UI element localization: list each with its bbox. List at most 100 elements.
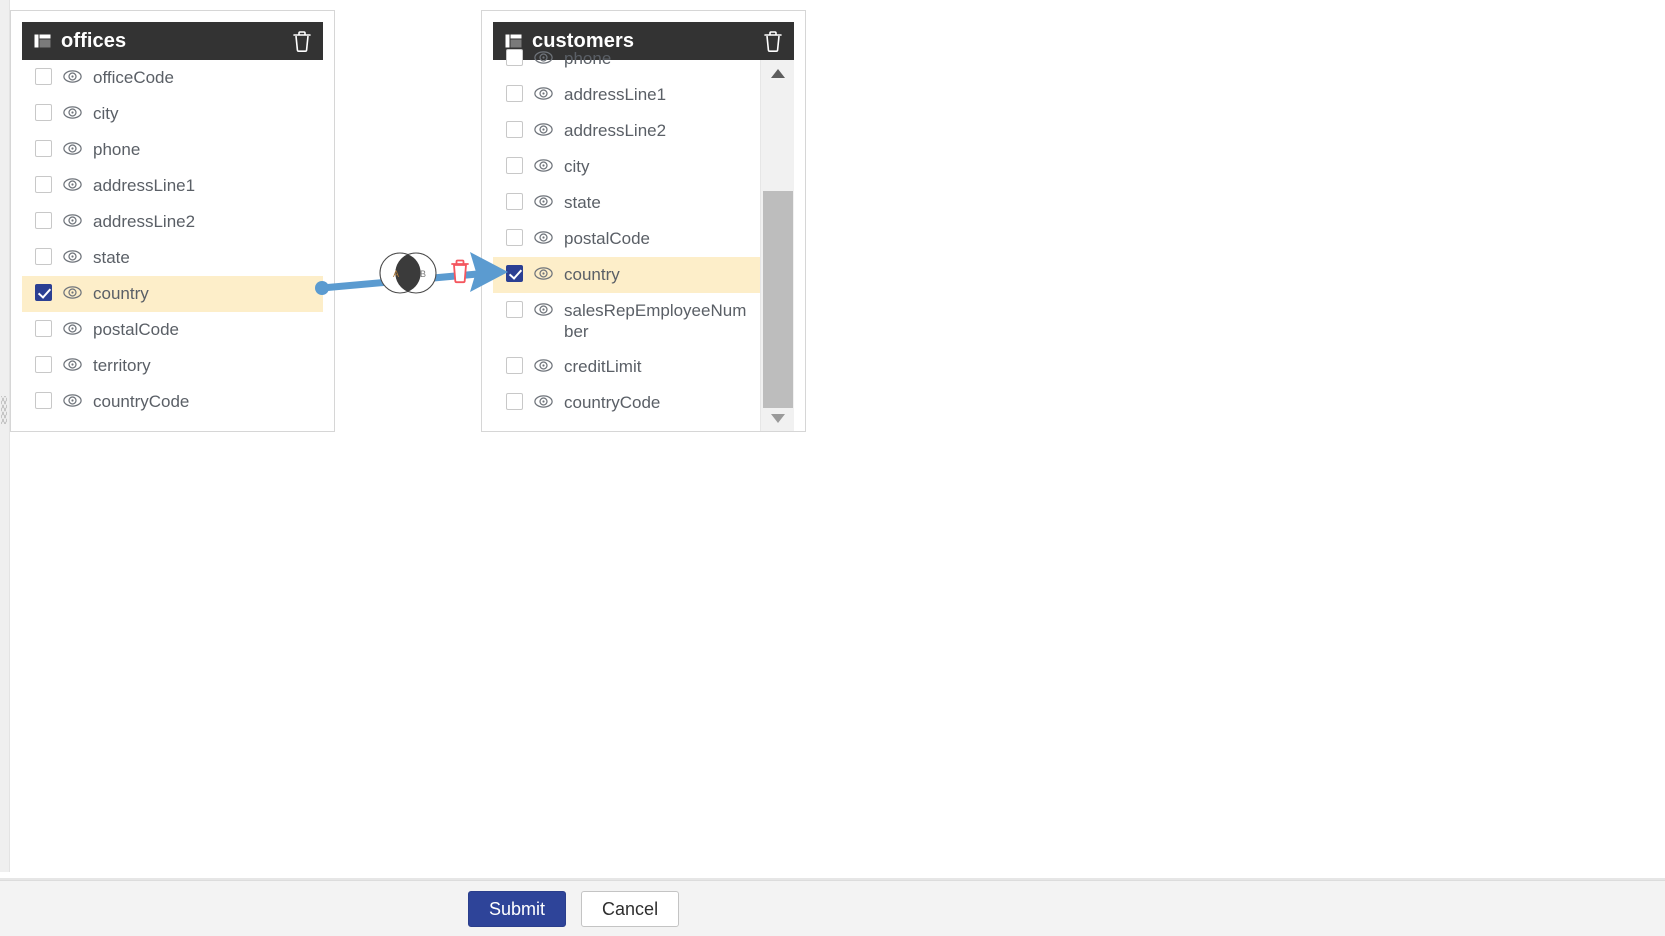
field-checkbox[interactable] <box>506 157 523 174</box>
eye-icon[interactable] <box>534 356 553 375</box>
field-label: country <box>564 265 620 284</box>
scrollbar-thumb[interactable] <box>763 191 793 408</box>
field-checkbox[interactable] <box>35 320 52 337</box>
field-checkbox[interactable] <box>35 356 52 373</box>
field-row[interactable]: state <box>22 240 323 276</box>
field-label: officeCode <box>93 68 174 87</box>
table-panel-offices[interactable]: offices officeCode city phone addressLine1 a… <box>10 10 335 432</box>
field-checkbox[interactable] <box>506 193 523 210</box>
field-row[interactable]: addressLine1 <box>493 77 760 113</box>
field-list-offices[interactable]: officeCode city phone addressLine1 addressLi… <box>22 60 323 420</box>
field-row[interactable]: city <box>22 96 323 132</box>
eye-icon[interactable] <box>534 84 553 103</box>
field-row[interactable]: phone <box>22 132 323 168</box>
eye-icon[interactable] <box>534 300 553 319</box>
field-checkbox[interactable] <box>35 248 52 265</box>
submit-button[interactable]: Submit <box>468 890 567 927</box>
field-checkbox[interactable] <box>35 104 52 121</box>
field-checkbox[interactable] <box>506 265 523 282</box>
field-label: state <box>93 248 130 267</box>
field-label: addressLine2 <box>564 121 667 140</box>
eye-icon[interactable] <box>63 391 82 410</box>
footer-bar: Submit Cancel <box>0 880 1665 936</box>
field-checkbox[interactable] <box>35 140 52 157</box>
eye-icon[interactable] <box>63 103 82 122</box>
join-type-button[interactable]: A B <box>379 252 437 294</box>
eye-icon[interactable] <box>63 319 82 338</box>
field-row[interactable]: salesRepEmployeeNumber <box>493 293 760 349</box>
field-row[interactable]: countryCode <box>493 385 760 414</box>
field-list-customers[interactable]: phone addressLine1 addressLine2 city state po… <box>493 43 760 414</box>
caret-down-icon[interactable] <box>761 405 795 431</box>
cancel-button[interactable]: Cancel <box>581 890 680 927</box>
eye-icon[interactable] <box>63 283 82 302</box>
caret-up-icon[interactable] <box>761 60 795 86</box>
table-panel-title: offices <box>61 29 127 52</box>
panel-resize-handle[interactable] <box>1 396 7 424</box>
table-icon <box>34 34 51 48</box>
svg-text:B: B <box>420 269 426 279</box>
eye-icon[interactable] <box>63 139 82 158</box>
field-checkbox[interactable] <box>506 393 523 410</box>
trash-icon[interactable] <box>762 29 784 53</box>
join-editor-canvas: offices officeCode city phone addressLine1 a… <box>0 0 1665 936</box>
field-row[interactable]: countryCode <box>22 384 323 420</box>
delete-join-button[interactable] <box>449 256 471 286</box>
field-list-scrollbar[interactable] <box>760 60 794 431</box>
delete-join-icon <box>451 259 469 284</box>
eye-icon[interactable] <box>534 264 553 283</box>
field-row[interactable]: postalCode <box>493 221 760 257</box>
field-row[interactable]: country <box>22 276 323 312</box>
field-label: phone <box>564 49 612 68</box>
field-row[interactable]: territory <box>22 348 323 384</box>
field-label: postalCode <box>564 229 651 248</box>
field-checkbox[interactable] <box>506 121 523 138</box>
table-panel-header-offices: offices <box>22 22 323 60</box>
field-row[interactable]: state <box>493 185 760 221</box>
field-row[interactable]: creditLimit <box>493 349 760 385</box>
field-checkbox[interactable] <box>35 284 52 301</box>
field-checkbox[interactable] <box>35 68 52 85</box>
field-label: addressLine2 <box>93 212 196 231</box>
eye-icon[interactable] <box>534 48 553 67</box>
field-row[interactable]: postalCode <box>22 312 323 348</box>
inner-join-venn-icon: A B <box>379 252 437 294</box>
field-label: state <box>564 193 601 212</box>
eye-icon[interactable] <box>534 228 553 247</box>
field-label: addressLine1 <box>93 176 196 195</box>
field-row[interactable]: addressLine1 <box>22 168 323 204</box>
svg-text:A: A <box>393 269 399 279</box>
field-row[interactable]: addressLine2 <box>493 113 760 149</box>
field-label: phone <box>93 140 141 159</box>
eye-icon[interactable] <box>534 192 553 211</box>
field-label: countryCode <box>564 393 661 412</box>
field-label: territory <box>93 356 151 375</box>
field-checkbox[interactable] <box>506 357 523 374</box>
field-row[interactable]: city <box>493 149 760 185</box>
eye-icon[interactable] <box>63 211 82 230</box>
field-checkbox[interactable] <box>506 49 523 66</box>
eye-icon[interactable] <box>63 247 82 266</box>
eye-icon[interactable] <box>63 175 82 194</box>
field-row[interactable]: country <box>493 257 760 293</box>
field-checkbox[interactable] <box>506 85 523 102</box>
eye-icon[interactable] <box>63 355 82 374</box>
trash-icon[interactable] <box>291 29 313 53</box>
field-checkbox[interactable] <box>506 301 523 318</box>
field-label: salesRepEmployeeNumber <box>564 301 747 341</box>
eye-icon[interactable] <box>534 120 553 139</box>
field-checkbox[interactable] <box>35 176 52 193</box>
field-checkbox[interactable] <box>35 212 52 229</box>
field-label: country <box>93 284 149 303</box>
field-checkbox[interactable] <box>506 229 523 246</box>
eye-icon[interactable] <box>534 392 553 411</box>
field-label: postalCode <box>93 320 180 339</box>
field-checkbox[interactable] <box>35 392 52 409</box>
eye-icon[interactable] <box>534 156 553 175</box>
table-panel-customers[interactable]: customers phone addressLine1 addressLine2 c… <box>481 10 806 432</box>
field-row[interactable]: addressLine2 <box>22 204 323 240</box>
field-row[interactable]: phone <box>493 43 760 77</box>
field-label: countryCode <box>93 392 190 411</box>
field-row[interactable]: officeCode <box>22 60 323 96</box>
eye-icon[interactable] <box>63 67 82 86</box>
